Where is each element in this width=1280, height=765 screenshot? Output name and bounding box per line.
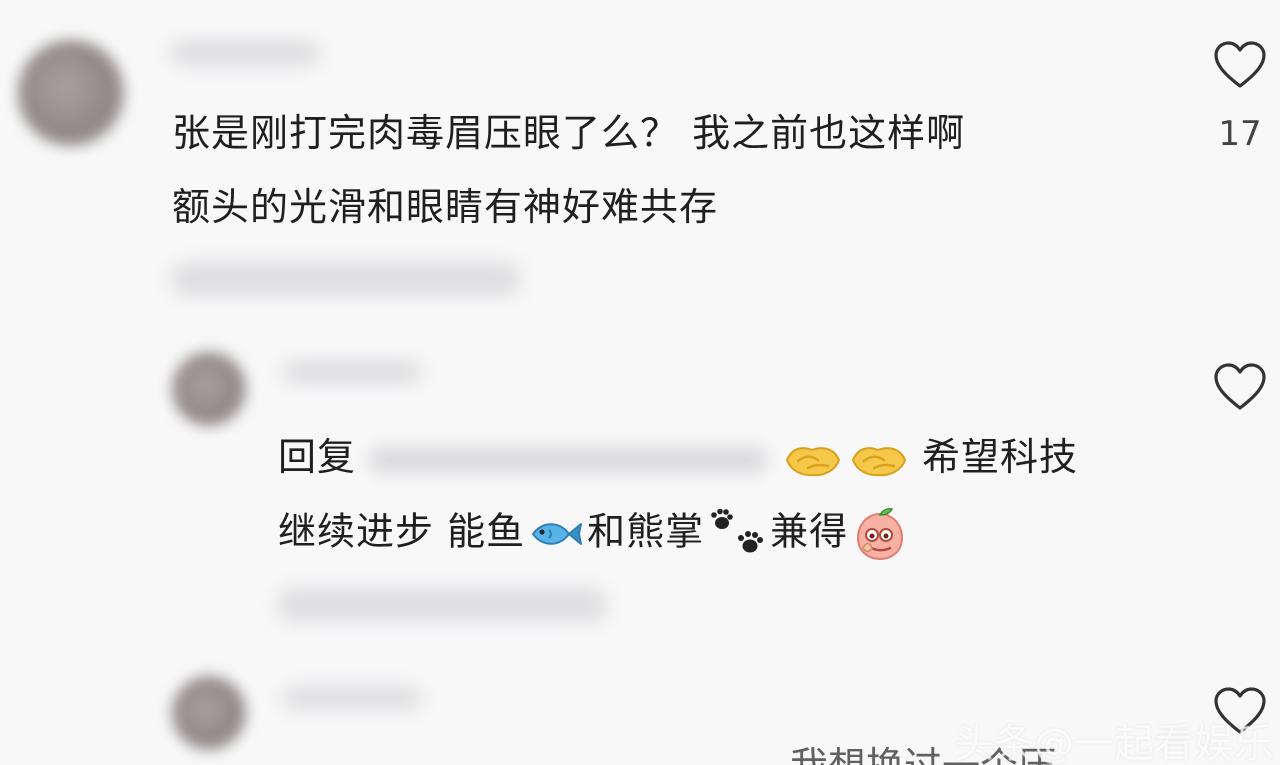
like-button[interactable]: 17: [1212, 40, 1268, 154]
like-button[interactable]: [1212, 362, 1268, 416]
watermark: 头条@一起看娱乐: [954, 721, 1274, 765]
paw-prints-emoji: [708, 508, 766, 560]
comment-text-line2: 额头的光滑和眼睛有神好难共存: [172, 185, 719, 229]
comment-meta-blurred: [172, 262, 520, 296]
reply-meta-blurred: [278, 588, 606, 622]
heart-icon[interactable]: [1213, 362, 1267, 416]
avatar[interactable]: [18, 40, 124, 146]
handshake-emoji: [850, 440, 908, 480]
peach-face-emoji: [852, 506, 908, 562]
like-count: 17: [1218, 114, 1262, 154]
username-blurred[interactable]: [282, 360, 422, 384]
avatar[interactable]: [172, 676, 246, 750]
reply-prefix: 回复: [278, 435, 357, 479]
comment-text-line1: 张是刚打完肉毒眉压眼了么？ 我之前也这样啊: [172, 111, 966, 155]
reply-text-part2: 和熊掌: [587, 509, 705, 554]
comment-section: 张是刚打完肉毒眉压眼了么？ 我之前也这样啊 额头的光滑和眼睛有神好难共存 17 …: [0, 0, 1280, 765]
fish-emoji: [529, 514, 583, 554]
reply-text-line1: 回复 希望科技: [278, 432, 1078, 482]
username-blurred[interactable]: [170, 40, 320, 66]
reply-text-part1: 继续进步 能鱼: [278, 509, 526, 554]
handshake-emoji: [784, 440, 842, 480]
username-blurred[interactable]: [282, 686, 422, 710]
reply-target-blurred[interactable]: [368, 445, 769, 474]
avatar[interactable]: [172, 352, 246, 426]
reply-text-part3: 兼得: [770, 509, 849, 554]
heart-icon[interactable]: [1213, 40, 1267, 94]
reply-text-tail: 希望科技: [922, 435, 1079, 479]
reply-text-line2: 继续进步 能鱼 和熊掌 兼得: [278, 506, 912, 562]
